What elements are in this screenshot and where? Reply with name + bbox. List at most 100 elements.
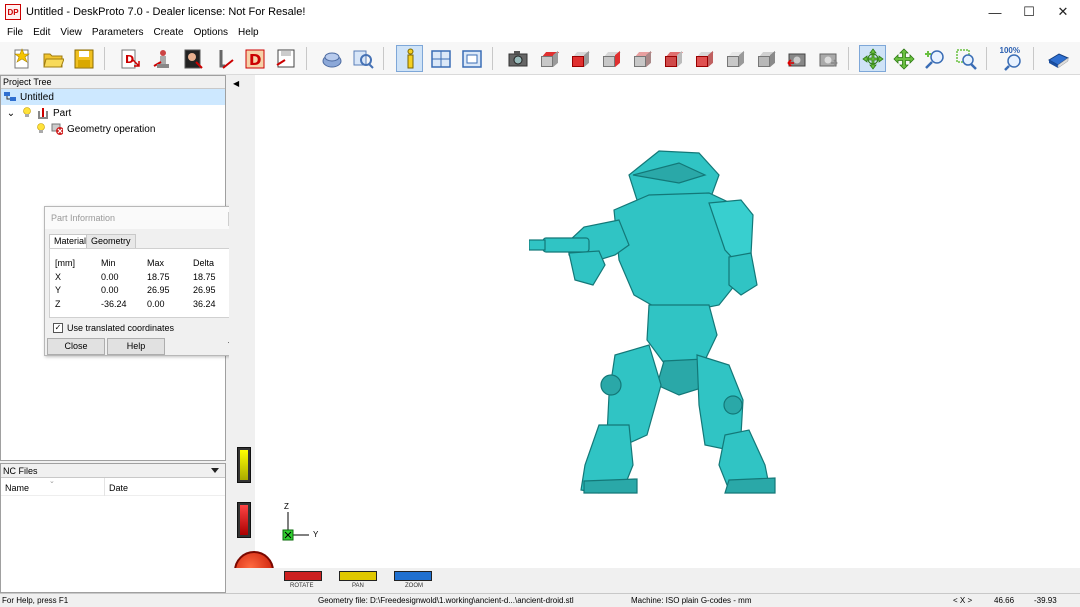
zoom-100-icon: 100%	[1000, 46, 1026, 72]
view-top-button[interactable]	[535, 45, 562, 72]
cube-left-icon	[663, 50, 683, 68]
menu-options[interactable]: Options	[189, 24, 233, 42]
geometry-file-icon: D	[121, 49, 140, 68]
svg-text:D: D	[125, 53, 134, 66]
help-book-button[interactable]	[1044, 45, 1071, 72]
deskproto-logo-icon: DP	[5, 4, 21, 20]
save-project-button[interactable]	[70, 45, 97, 72]
geometry-file-button[interactable]: D	[116, 45, 143, 72]
svg-text:D: D	[249, 51, 261, 69]
dropdown-arrow-icon[interactable]	[211, 468, 219, 473]
tree-item-project-label: Untitled	[20, 91, 54, 103]
export-button[interactable]	[272, 45, 299, 72]
menu-view[interactable]: View	[55, 24, 87, 42]
pan-mode-indicator[interactable]	[339, 571, 377, 581]
tree-item-part[interactable]: ⌄ Part	[5, 105, 71, 121]
row-min-value: -36.24	[101, 299, 127, 309]
view-bottom-button[interactable]	[690, 45, 717, 72]
save-disk-icon	[74, 49, 93, 68]
translated-coordinates-label: Use translated coordinates	[67, 323, 175, 333]
nc-files-panel: NC Files Name Date ⌄	[0, 463, 226, 593]
column-header-max: Max	[147, 258, 165, 268]
view-iso2-button[interactable]	[752, 45, 779, 72]
collapse-chevron-icon[interactable]: ⌄	[5, 107, 17, 119]
zoom-window-button[interactable]	[952, 45, 979, 72]
bitmap-import-button[interactable]	[179, 45, 206, 72]
close-window-button[interactable]: ✕	[1046, 0, 1080, 24]
nc-files-title: NC Files	[3, 466, 38, 476]
row-axis-label: Y	[55, 285, 62, 295]
nc-files-columns: Name Date ⌄	[1, 478, 225, 496]
zoom-100-button[interactable]: 100%	[999, 45, 1026, 72]
menu-create[interactable]: Create	[149, 24, 189, 42]
view-left-button[interactable]	[659, 45, 686, 72]
status-machine: Machine: ISO plain G-codes - mm	[631, 596, 752, 605]
translated-coordinates-checkbox[interactable]: ✓	[53, 323, 63, 333]
cube-top-icon	[539, 50, 559, 68]
tab-geometry[interactable]: Geometry	[86, 234, 136, 248]
cube-bottom-icon	[694, 50, 714, 68]
drawing-import-button[interactable]: D	[241, 45, 268, 72]
view-right-button[interactable]	[597, 45, 624, 72]
camera-view-button[interactable]	[504, 45, 531, 72]
menu-parameters[interactable]: Parameters	[87, 24, 149, 42]
menu-help[interactable]: Help	[233, 24, 264, 42]
minimize-button[interactable]: —	[978, 0, 1012, 24]
3d-viewport[interactable]: ◀ Z Y ROTATE PAN ZOOM	[229, 75, 1080, 593]
project-icon	[4, 91, 16, 103]
viewports-button[interactable]	[427, 45, 454, 72]
zoom-mode-indicator[interactable]	[394, 571, 432, 581]
lightbulb-icon[interactable]	[35, 123, 47, 135]
status-coordinate-x: 46.66	[994, 596, 1015, 605]
dialog-title[interactable]: Part Information	[45, 207, 244, 229]
zoom-window-icon	[955, 48, 977, 70]
tree-item-project[interactable]: Untitled	[1, 89, 225, 105]
status-help-text: For Help, press F1	[2, 596, 69, 605]
drawing-d-icon: D	[245, 49, 264, 69]
view-window-button[interactable]	[458, 45, 485, 72]
part-inspect-button[interactable]	[349, 45, 376, 72]
close-button[interactable]: Close	[47, 338, 105, 355]
view-iso-button[interactable]	[721, 45, 748, 72]
row-max-value: 18.75	[147, 272, 170, 282]
camera-icon	[508, 50, 527, 66]
column-header-min: Min	[101, 258, 116, 268]
part-operation-button[interactable]	[318, 45, 345, 72]
operation-error-icon	[51, 123, 63, 135]
menu-file[interactable]: File	[2, 24, 28, 42]
window-grid-icon	[430, 49, 451, 68]
maximize-button[interactable]: ☐	[1012, 0, 1046, 24]
tree-item-geometry-operation-label: Geometry operation	[67, 123, 156, 135]
export-save-icon	[275, 49, 294, 67]
status-coordinate-label: < X >	[953, 596, 973, 605]
view-back-button[interactable]	[628, 45, 655, 72]
view-next-button[interactable]	[814, 45, 841, 72]
menu-edit[interactable]: Edit	[28, 24, 55, 42]
axis-z-label: Z	[284, 502, 289, 511]
view-previous-button[interactable]	[783, 45, 810, 72]
pan-mode-button[interactable]	[890, 45, 917, 72]
tree-item-part-label: Part	[53, 107, 72, 119]
new-project-button[interactable]	[8, 45, 35, 72]
help-book-icon	[1047, 52, 1069, 68]
tree-item-geometry-operation[interactable]: Geometry operation	[35, 121, 155, 137]
translated-coordinates-option[interactable]: ✓ Use translated coordinates	[53, 323, 174, 333]
rotate-mode-indicator[interactable]	[284, 571, 322, 581]
column-header-unit: [mm]	[55, 258, 75, 268]
status-bar: For Help, press F1 Geometry file: D:\Fre…	[0, 593, 1080, 607]
collapse-panel-icon[interactable]: ◀	[233, 79, 239, 88]
robot-import-button[interactable]	[148, 45, 175, 72]
lightbulb-icon[interactable]	[21, 107, 33, 119]
column-date[interactable]: Date	[105, 478, 225, 496]
column-header-delta: Delta	[193, 258, 215, 268]
tab-material[interactable]: Material	[49, 234, 92, 249]
nc-files-header[interactable]: NC Files	[1, 464, 225, 478]
view-front-button[interactable]	[566, 45, 593, 72]
pan-arrows-icon	[892, 47, 915, 70]
rotate-mode-button[interactable]	[859, 45, 886, 72]
help-button[interactable]: Help	[107, 338, 165, 355]
open-project-button[interactable]	[39, 45, 66, 72]
info-button[interactable]	[396, 45, 423, 72]
vector-import-button[interactable]	[210, 45, 237, 72]
zoom-mode-button[interactable]	[921, 45, 948, 72]
